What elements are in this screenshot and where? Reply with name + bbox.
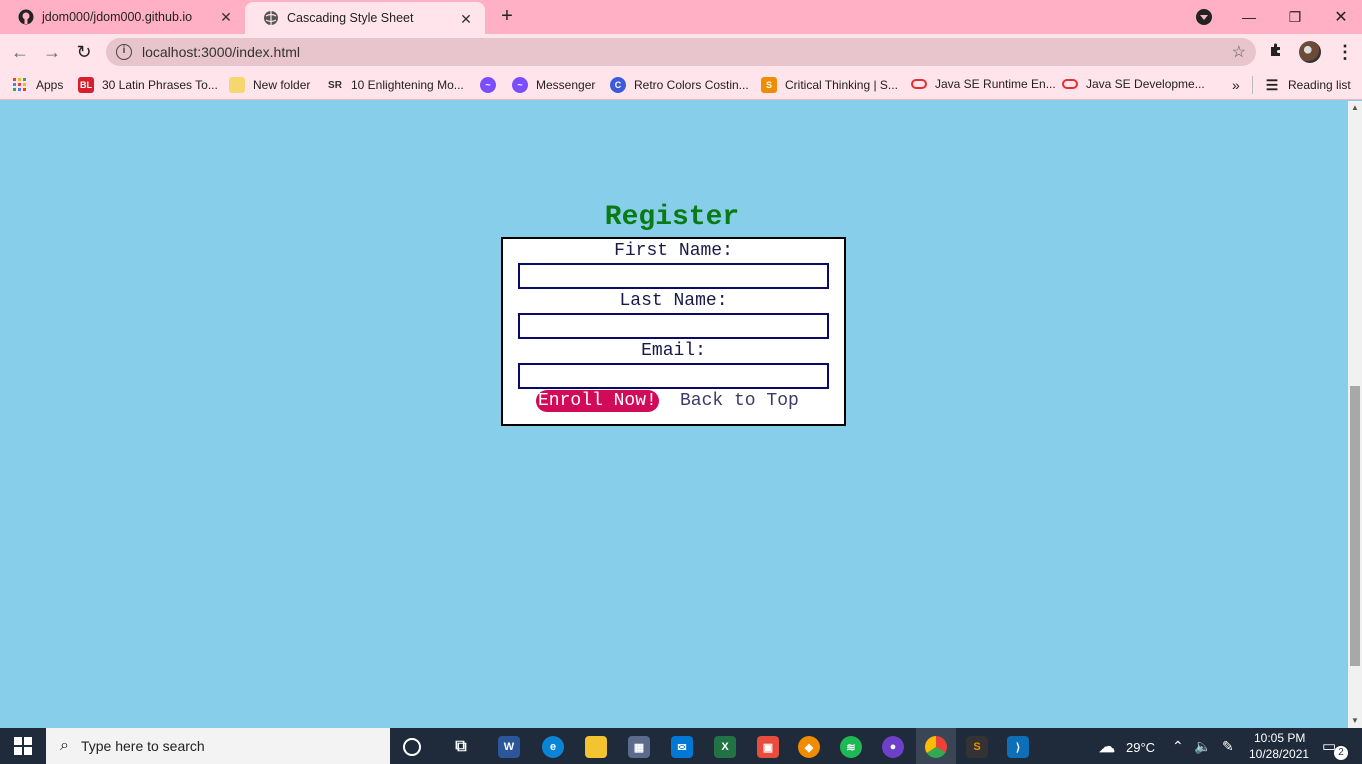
bookmark-latin-phrases[interactable]: BL 30 Latin Phrases To... xyxy=(78,77,218,93)
email-label: Email: xyxy=(641,341,706,361)
menu-kebab-icon[interactable]: ⋮ xyxy=(1336,41,1354,63)
chrome-icon[interactable] xyxy=(925,736,947,758)
bl-icon: BL xyxy=(78,77,94,93)
minimize-icon[interactable]: — xyxy=(1226,0,1272,34)
brave-icon[interactable]: ◆ xyxy=(798,736,820,758)
volume-icon[interactable]: 🔈 xyxy=(1194,738,1211,755)
file-explorer-icon[interactable] xyxy=(585,736,607,758)
forward-arrow-icon[interactable]: → xyxy=(40,40,64,64)
scroll-up-icon[interactable]: ▲ xyxy=(1348,101,1362,115)
bookmark-java-runtime[interactable]: Java SE Runtime En... xyxy=(911,77,1056,91)
bookmark-critical-thinking[interactable]: S Critical Thinking | S... xyxy=(761,77,898,93)
word-icon[interactable]: W xyxy=(498,736,520,758)
globe-icon xyxy=(263,10,279,26)
spotify-icon[interactable]: ≋ xyxy=(840,736,862,758)
page-content: Register First Name: Last Name: Email: E… xyxy=(0,101,1348,728)
close-tab-icon[interactable]: ✕ xyxy=(457,10,475,28)
bookmark-apps[interactable]: Apps xyxy=(12,77,63,93)
back-to-top-link[interactable]: Back to Top xyxy=(680,390,799,412)
tab-github[interactable]: jdom000/jdom000.github.io ✕ xyxy=(0,0,245,34)
mail-icon[interactable]: ✉ xyxy=(671,736,693,758)
bookmark-new-folder[interactable]: New folder xyxy=(229,77,310,93)
restore-icon[interactable]: ❐ xyxy=(1272,0,1318,34)
url-text[interactable]: localhost:3000/index.html xyxy=(142,44,300,60)
scroll-down-icon[interactable]: ▼ xyxy=(1348,714,1362,728)
c-icon: C xyxy=(610,77,626,93)
bookmark-messenger-icon-only[interactable]: ~ xyxy=(480,77,504,93)
edge-icon[interactable]: e xyxy=(542,736,564,758)
search-icon: ⌕ xyxy=(60,737,69,754)
extensions-icon[interactable] xyxy=(1268,42,1284,63)
excel-icon[interactable]: X xyxy=(714,736,736,758)
media-app-icon[interactable]: ▣ xyxy=(757,736,779,758)
bookmarks-overflow[interactable]: » xyxy=(1232,77,1240,93)
task-view-icon[interactable]: ⧉ xyxy=(450,736,472,758)
tray-chevron-icon[interactable]: ⌃ xyxy=(1172,738,1184,755)
first-name-input[interactable] xyxy=(518,263,829,289)
last-name-input[interactable] xyxy=(518,313,829,339)
bookmarks-divider xyxy=(1252,76,1253,94)
oracle-icon xyxy=(1062,79,1078,89)
info-icon[interactable]: i xyxy=(116,44,132,60)
bookmark-star-icon[interactable]: ☆ xyxy=(1232,42,1246,62)
sublime-icon[interactable]: S xyxy=(966,736,988,758)
github-desktop-icon[interactable]: ● xyxy=(882,736,904,758)
new-tab-button[interactable]: + xyxy=(496,6,518,28)
pen-icon[interactable]: ✎ xyxy=(1222,738,1234,755)
messenger-icon: ~ xyxy=(480,77,496,93)
clock-date[interactable]: 10/28/2021 xyxy=(1249,747,1309,761)
windows-taskbar: ⌕ Type here to search ⧉ W e ▦ ✉ X ▣ ◆ ≋ … xyxy=(0,728,1362,764)
page-title: Register xyxy=(604,202,740,233)
bookmark-retro-colors[interactable]: C Retro Colors Costin... xyxy=(610,77,749,93)
temperature: 29°C xyxy=(1126,740,1156,755)
tab-search-icon[interactable] xyxy=(1196,9,1212,25)
address-bar[interactable]: i localhost:3000/index.html ☆ xyxy=(106,38,1256,66)
page-scrollbar[interactable]: ▲ ▼ xyxy=(1348,101,1362,728)
taskbar-search[interactable]: ⌕ Type here to search xyxy=(46,728,390,764)
windows-start-icon[interactable] xyxy=(0,728,46,764)
vscode-icon[interactable]: ⟩ xyxy=(1007,736,1029,758)
bookmarks-bar: Apps BL 30 Latin Phrases To... New folde… xyxy=(0,70,1362,100)
messenger-icon: ~ xyxy=(512,77,528,93)
folder-icon xyxy=(229,77,245,93)
github-icon xyxy=(18,9,34,25)
bookmark-messenger[interactable]: ~ Messenger xyxy=(512,77,595,93)
oracle-icon xyxy=(911,79,927,89)
back-arrow-icon[interactable]: ← xyxy=(8,40,32,64)
s-icon: S xyxy=(761,77,777,93)
browser-toolbar: ← → ↻ i localhost:3000/index.html ☆ xyxy=(0,34,1362,70)
bookmark-java-development[interactable]: Java SE Developme... xyxy=(1062,77,1205,91)
clock-time[interactable]: 10:05 PM xyxy=(1254,731,1305,745)
scroll-thumb[interactable] xyxy=(1350,386,1360,666)
tab-title: jdom000/jdom000.github.io xyxy=(42,10,193,24)
tab-css[interactable]: Cascading Style Sheet ✕ xyxy=(245,2,485,34)
close-window-icon[interactable]: ✕ xyxy=(1318,0,1362,34)
store-icon[interactable]: ▦ xyxy=(628,736,650,758)
enroll-now-button[interactable]: Enroll Now! xyxy=(536,390,659,412)
close-tab-icon[interactable]: ✕ xyxy=(217,8,235,26)
notification-badge: 2 xyxy=(1334,746,1348,760)
tab-title: Cascading Style Sheet xyxy=(287,11,414,25)
tab-strip: jdom000/jdom000.github.io ✕ Cascading St… xyxy=(0,0,1362,34)
reload-icon[interactable]: ↻ xyxy=(72,40,96,64)
avatar[interactable] xyxy=(1299,41,1321,63)
reading-list-button[interactable]: ☰ Reading list xyxy=(1264,77,1351,93)
search-placeholder: Type here to search xyxy=(80,738,205,754)
bookmark-enlightening[interactable]: SR 10 Enlightening Mo... xyxy=(327,77,464,93)
apps-grid-icon xyxy=(12,77,28,93)
cortana-icon[interactable] xyxy=(403,738,421,756)
last-name-label: Last Name: xyxy=(619,291,728,311)
sr-icon: SR xyxy=(328,79,342,91)
first-name-label: First Name: xyxy=(614,241,733,261)
reading-list-icon: ☰ xyxy=(1265,76,1279,93)
email-input[interactable] xyxy=(518,363,829,389)
weather-icon[interactable]: ☁ xyxy=(1096,736,1118,758)
register-form: First Name: Last Name: Email: Enroll Now… xyxy=(501,237,846,426)
